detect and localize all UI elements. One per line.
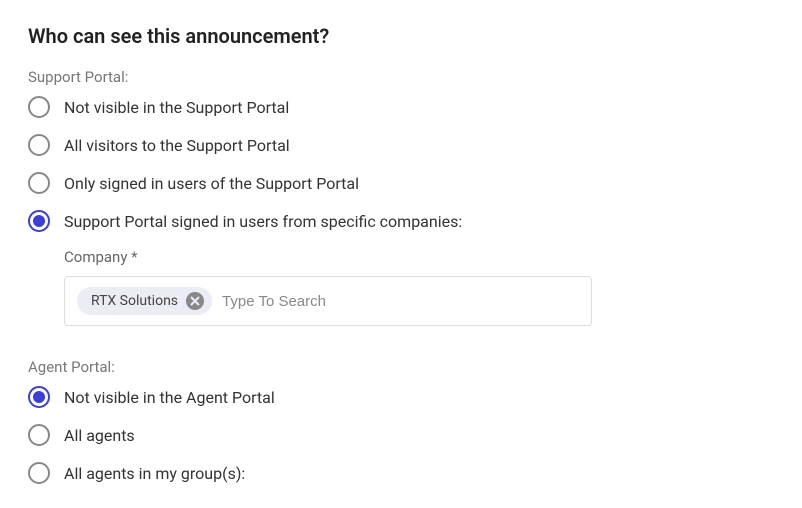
radio-icon — [28, 134, 50, 156]
radio-icon — [28, 424, 50, 446]
page-title: Who can see this announcement? — [28, 24, 774, 48]
company-section: Company * RTX Solutions — [64, 248, 774, 326]
radio-icon — [28, 96, 50, 118]
radio-label: Only signed in users of the Support Port… — [64, 174, 359, 193]
company-chip-label: RTX Solutions — [91, 293, 178, 309]
radio-agents-in-groups[interactable]: All agents in my group(s): — [28, 462, 774, 484]
company-chip: RTX Solutions — [77, 287, 212, 315]
support-portal-label: Support Portal: — [28, 68, 774, 86]
support-portal-radio-group: Not visible in the Support Portal All vi… — [28, 96, 774, 232]
radio-all-visitors-support[interactable]: All visitors to the Support Portal — [28, 134, 774, 156]
company-field-label: Company * — [64, 248, 774, 266]
close-icon[interactable] — [186, 292, 204, 310]
radio-label: Support Portal signed in users from spec… — [64, 212, 462, 231]
radio-not-visible-agent[interactable]: Not visible in the Agent Portal — [28, 386, 774, 408]
company-input-container[interactable]: RTX Solutions — [64, 276, 592, 326]
radio-icon-selected — [28, 386, 50, 408]
radio-label: Not visible in the Support Portal — [64, 98, 289, 117]
agent-portal-radio-group: Not visible in the Agent Portal All agen… — [28, 386, 774, 484]
radio-icon — [28, 172, 50, 194]
radio-not-visible-support[interactable]: Not visible in the Support Portal — [28, 96, 774, 118]
radio-signed-in-support[interactable]: Only signed in users of the Support Port… — [28, 172, 774, 194]
radio-label: All agents — [64, 426, 135, 445]
agent-portal-label: Agent Portal: — [28, 358, 774, 376]
radio-icon — [28, 462, 50, 484]
radio-all-agents[interactable]: All agents — [28, 424, 774, 446]
company-search-input[interactable] — [222, 293, 579, 310]
radio-icon-selected — [28, 210, 50, 232]
radio-label: Not visible in the Agent Portal — [64, 388, 275, 407]
radio-specific-companies-support[interactable]: Support Portal signed in users from spec… — [28, 210, 774, 232]
radio-label: All agents in my group(s): — [64, 464, 245, 483]
radio-label: All visitors to the Support Portal — [64, 136, 290, 155]
